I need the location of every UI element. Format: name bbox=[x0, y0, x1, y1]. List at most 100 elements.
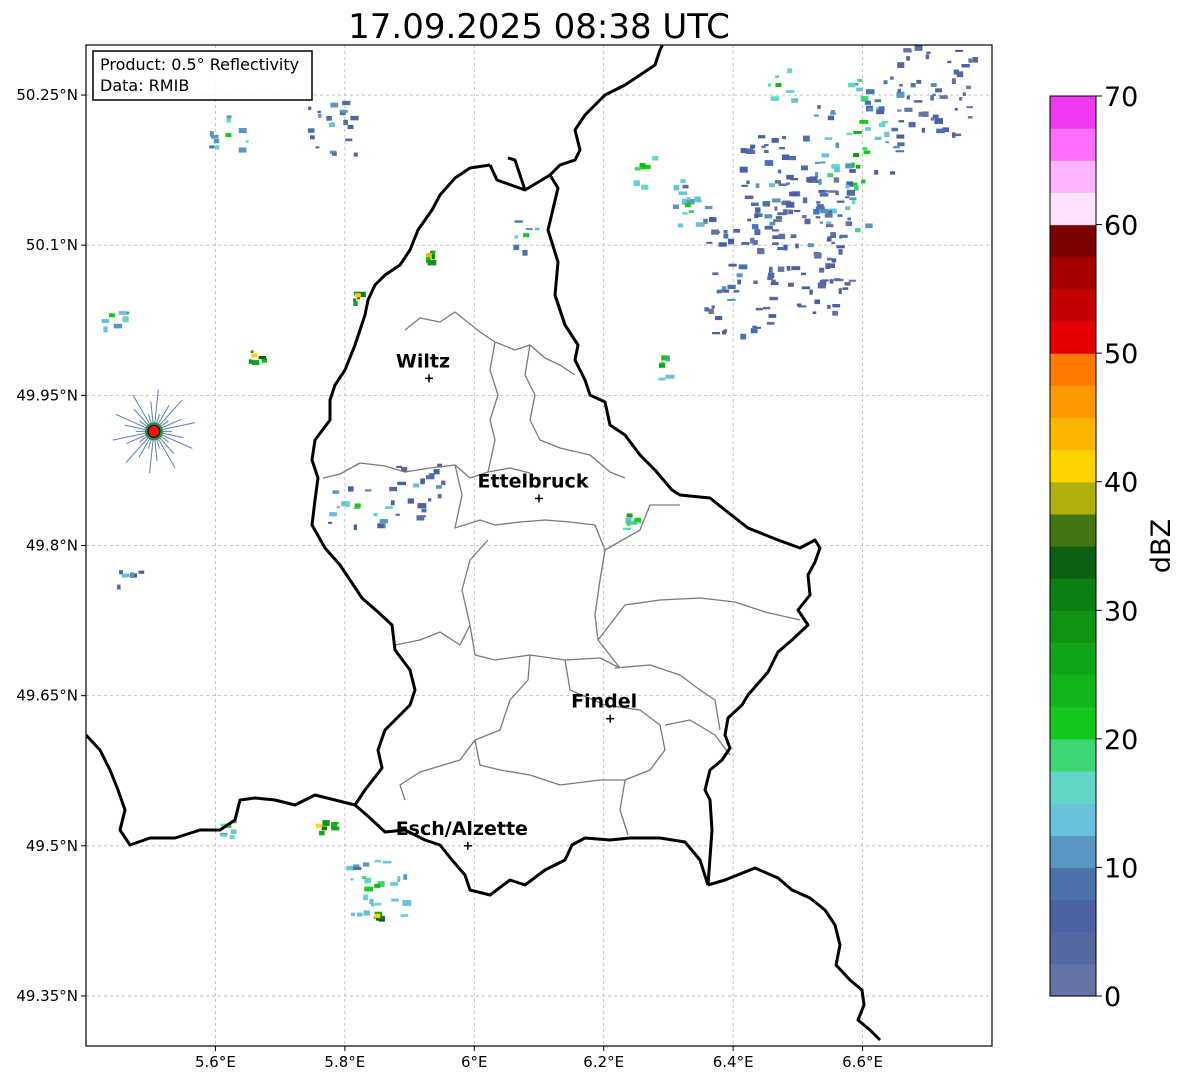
echo-bin bbox=[226, 115, 232, 119]
echo-bin bbox=[740, 333, 747, 340]
echo-bin bbox=[723, 230, 728, 234]
echo-bin bbox=[238, 147, 247, 153]
echo-bin bbox=[645, 164, 651, 169]
echo-bin bbox=[677, 223, 683, 228]
echo-bin bbox=[428, 473, 435, 476]
y-tick-label-2: 49.95°N bbox=[16, 386, 78, 404]
echo-bin bbox=[874, 136, 882, 141]
echo-bin bbox=[860, 96, 869, 102]
echo-bin bbox=[307, 128, 315, 133]
colorbar-segment-12 bbox=[1050, 578, 1096, 611]
echo-bin bbox=[914, 47, 921, 51]
echo-bin bbox=[772, 235, 779, 239]
echo-bin bbox=[786, 90, 795, 93]
echo-bin bbox=[771, 229, 779, 232]
colorbar-tick-label-1: 10 bbox=[1104, 853, 1138, 884]
echo-bin bbox=[849, 169, 856, 173]
y-tick-label-5: 49.5°N bbox=[26, 837, 78, 855]
echo-bin bbox=[704, 205, 713, 210]
echo-bin bbox=[321, 826, 327, 831]
colorbar-tick-label-6: 60 bbox=[1104, 211, 1138, 242]
echo-bin bbox=[353, 524, 357, 531]
echo-bin bbox=[750, 150, 756, 154]
echo-bin bbox=[774, 180, 781, 184]
colorbar-label: dBZ bbox=[1146, 519, 1177, 573]
echo-core-0 bbox=[853, 153, 860, 158]
echo-bin bbox=[818, 179, 822, 185]
echo-bin bbox=[962, 92, 966, 96]
echo-bin bbox=[830, 232, 836, 238]
echo-bin bbox=[913, 100, 923, 103]
echo-bin bbox=[733, 229, 741, 233]
echo-bin bbox=[336, 505, 340, 509]
colorbar-segment-27 bbox=[1050, 96, 1096, 129]
echo-bin bbox=[713, 231, 721, 234]
echo-bin bbox=[771, 279, 776, 284]
echo-bin bbox=[824, 213, 833, 218]
echo-bin bbox=[757, 248, 763, 254]
echo-bin bbox=[899, 84, 903, 87]
echo-bin bbox=[855, 164, 861, 169]
echo-bin bbox=[802, 215, 807, 219]
echo-bin bbox=[534, 227, 540, 231]
echo-bin bbox=[741, 184, 748, 187]
echo-bin bbox=[768, 314, 777, 318]
echo-bin bbox=[332, 152, 337, 156]
echo-bin bbox=[939, 95, 948, 99]
echo-bin bbox=[816, 206, 825, 210]
echo-bin bbox=[330, 102, 339, 108]
echo-bin bbox=[847, 217, 851, 221]
echo-bin bbox=[688, 210, 694, 213]
colorbar-tick-label-4: 40 bbox=[1104, 468, 1138, 499]
colorbar-segment-4 bbox=[1050, 835, 1096, 869]
echo-bin bbox=[752, 240, 758, 245]
echo-bin bbox=[740, 148, 747, 154]
echo-bin bbox=[903, 48, 912, 53]
echo-bin bbox=[764, 160, 774, 166]
echo-bin bbox=[764, 214, 773, 219]
echo-bin bbox=[953, 69, 959, 75]
echo-bin bbox=[814, 161, 821, 164]
colorbar-segments bbox=[1050, 96, 1096, 997]
echo-bin bbox=[951, 78, 956, 84]
echo-bin bbox=[738, 264, 748, 270]
echo-bin bbox=[767, 272, 775, 279]
echo-bin bbox=[835, 190, 839, 196]
echo-bin bbox=[862, 147, 868, 151]
city-label-2: Findel bbox=[571, 691, 637, 713]
colorbar-segment-15 bbox=[1050, 481, 1096, 515]
echo-bin bbox=[819, 221, 823, 224]
map-area[interactable]: Wiltz Ettelbruck Findel Esch/Alzette Produc… bbox=[86, 36, 992, 1046]
echo-bin bbox=[641, 184, 649, 190]
echo-bin bbox=[340, 109, 348, 113]
echo-bin bbox=[771, 138, 779, 143]
echo-bin bbox=[827, 236, 831, 242]
colorbar-segment-2 bbox=[1050, 899, 1096, 933]
colorbar-segment-21 bbox=[1050, 288, 1096, 322]
info-source: Data: RMIB bbox=[100, 76, 189, 95]
y-tick-label-4: 49.65°N bbox=[16, 687, 78, 705]
echo-bin bbox=[774, 206, 778, 211]
echo-bin bbox=[758, 135, 766, 139]
echo-bin bbox=[895, 150, 904, 153]
echo-bin bbox=[708, 308, 714, 314]
echo-bin bbox=[322, 820, 330, 826]
colorbar-segment-11 bbox=[1050, 610, 1096, 644]
echo-bin bbox=[954, 107, 958, 111]
echo-bin bbox=[686, 197, 691, 201]
echo-bin bbox=[626, 520, 631, 527]
echo-bin bbox=[708, 217, 717, 223]
echo-bin bbox=[897, 62, 905, 68]
colorbar-segment-23 bbox=[1050, 224, 1096, 258]
info-product: Product: 0.5° Reflectivity bbox=[100, 55, 299, 74]
echo-bin bbox=[364, 886, 374, 892]
echo-bin bbox=[427, 260, 437, 266]
echo-bin bbox=[936, 128, 945, 134]
echo-bin bbox=[837, 214, 843, 217]
echo-bin bbox=[908, 122, 916, 128]
echo-bin bbox=[864, 100, 871, 105]
echo-bin bbox=[773, 219, 782, 222]
colorbar-segment-16 bbox=[1050, 449, 1096, 483]
x-tick-label-5: 6.6°E bbox=[842, 1053, 883, 1071]
echo-bin bbox=[318, 831, 325, 836]
